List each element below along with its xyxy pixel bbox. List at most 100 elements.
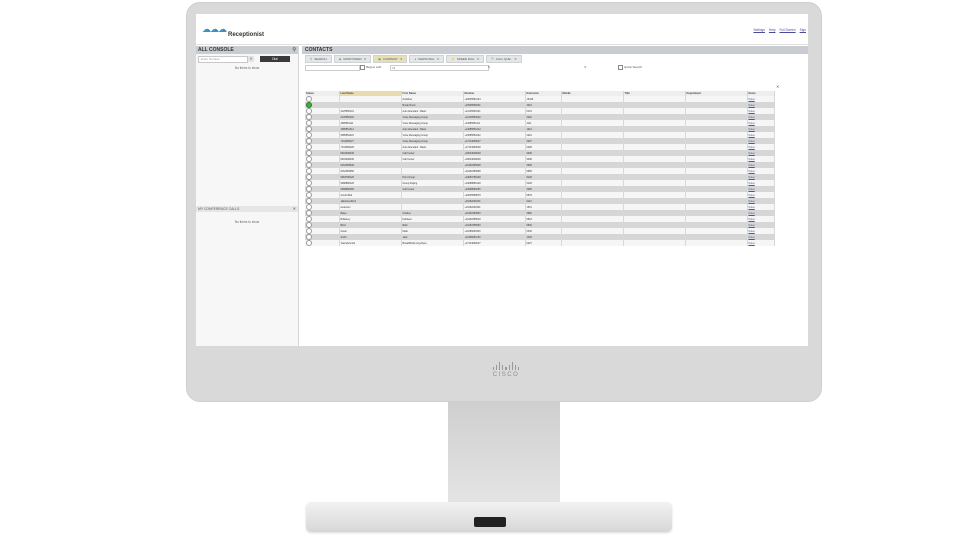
cell-last-name: TeamZoom01	[339, 240, 402, 246]
notes-link[interactable]: Notes	[749, 176, 755, 179]
cell-title	[623, 240, 686, 246]
person-icon: ●	[414, 57, 417, 61]
tab-search[interactable]: ⚲ SEARCH	[305, 55, 332, 63]
notes-link[interactable]: Notes	[749, 158, 755, 161]
all-console-header: ALL CONSOLE ⚲	[196, 46, 298, 54]
contacts-table-body: ZooMeet +18005551234 12345 Notes Break Room +…	[305, 96, 775, 246]
close-grid-icon[interactable]: ✕	[776, 84, 779, 89]
stand-cable-slot	[474, 517, 506, 527]
left-panel: ALL CONSOLE ⚲ Enter Number ✕ Dial No ite…	[196, 46, 299, 346]
lightning-icon: ⚡	[451, 57, 455, 61]
begins-with-label: Begins with	[366, 65, 382, 69]
tab-label: SEARCH	[314, 57, 327, 61]
cell-status	[305, 240, 340, 246]
notes-link[interactable]: Notes	[749, 224, 755, 227]
cell-first-name: BroadWorks Anywhere	[401, 240, 464, 246]
cisco-wordmark: CISCO	[492, 372, 520, 378]
settings-link[interactable]: Settings	[753, 28, 765, 32]
notes-link[interactable]: Notes	[749, 98, 755, 101]
tab-company[interactable]: ▣ COMPANY ✕	[373, 55, 408, 63]
notes-link[interactable]: Notes	[749, 128, 755, 131]
tab-label: PERSONAL	[418, 57, 435, 61]
cisco-bars-icon	[476, 362, 536, 370]
magnifier-icon: ⚲	[310, 57, 313, 61]
filter-row: Begins with All ⚲ ✕ Quick Search	[302, 64, 808, 72]
notes-link[interactable]: Notes	[749, 134, 755, 137]
tab-speed-dial[interactable]: ⚡ SPEED DIAL ✕	[446, 55, 485, 63]
search-icon[interactable]: ⚲	[488, 65, 490, 69]
header-links: Settings Help Full Screen Sign	[753, 28, 806, 32]
notes-link[interactable]: Notes	[749, 236, 755, 239]
help-link[interactable]: Help	[769, 28, 776, 32]
notes-link[interactable]: Notes	[749, 206, 755, 209]
cell-mobile	[561, 240, 624, 246]
notes-link[interactable]: Notes	[749, 152, 755, 155]
queue-icon: ☰	[491, 57, 494, 61]
close-icon[interactable]: ✕	[514, 56, 517, 62]
notes-link[interactable]: Notes	[749, 146, 755, 149]
notes-link[interactable]: Notes	[749, 200, 755, 203]
cell-extension: 0027	[525, 240, 562, 246]
notes-link[interactable]: Notes	[749, 140, 755, 143]
full-screen-link[interactable]: Full Screen	[779, 28, 795, 32]
search-text-input[interactable]	[305, 65, 360, 71]
clear-icon[interactable]: ✕	[248, 56, 254, 62]
console-empty-message: No items to show	[234, 66, 260, 70]
notes-link[interactable]: Notes	[749, 242, 755, 245]
tab-monitored[interactable]: ◉ MONITORED ✕	[333, 55, 372, 63]
eye-icon: ◉	[338, 57, 342, 61]
notes-link[interactable]: Notes	[749, 230, 755, 233]
contacts-title: CONTACTS	[302, 46, 808, 54]
contacts-panel: CONTACTS ⚲ SEARCH ◉ MONITORED ✕ ▣ COMPANY ✕ ●…	[302, 46, 808, 346]
clear-filter-icon[interactable]: ✕	[584, 65, 587, 69]
conference-empty: No items to show	[196, 218, 298, 224]
quick-search-label: Quick Search	[624, 65, 643, 69]
notes-link[interactable]: Notes	[749, 122, 755, 125]
quick-search-checkbox[interactable]	[618, 65, 623, 70]
presence-status-icon	[306, 240, 312, 246]
notes-link[interactable]: Notes	[749, 164, 755, 167]
notes-link[interactable]: Notes	[749, 170, 755, 173]
notes-link[interactable]: Notes	[749, 212, 755, 215]
notes-link[interactable]: Notes	[749, 110, 755, 113]
tab-call-queue[interactable]: ☰ CALL QUE.. ✕	[486, 55, 522, 63]
notes-link[interactable]: Notes	[749, 188, 755, 191]
cell-notes[interactable]: Notes	[747, 240, 775, 246]
sign-out-link[interactable]: Sign	[800, 28, 806, 32]
tab-label: CALL QUE..	[495, 57, 513, 61]
begins-with-checkbox[interactable]	[360, 65, 365, 70]
close-icon[interactable]: ✕	[400, 56, 403, 62]
notes-link[interactable]: Notes	[749, 182, 755, 185]
notes-link[interactable]: Notes	[749, 194, 755, 197]
app-header: ☁☁☁ Receptionist Settings Help Full Scre…	[196, 14, 808, 45]
close-icon[interactable]: ✕	[437, 56, 440, 62]
tab-label: MONITORED	[343, 57, 362, 61]
dial-number-input[interactable]: Enter Number	[198, 56, 248, 63]
cisco-logo: CISCO	[476, 362, 536, 378]
monitor-stand-neck	[448, 402, 560, 512]
collapse-icon[interactable]: ✕	[293, 206, 296, 212]
search-icon[interactable]: ⚲	[292, 46, 296, 54]
app-title: Receptionist	[228, 32, 265, 38]
building-icon: ▣	[378, 57, 381, 61]
dial-row: Enter Number ✕ Dial	[196, 54, 298, 64]
tab-label: SPEED DIAL	[456, 57, 475, 61]
notes-link[interactable]: Notes	[749, 218, 755, 221]
all-console-title: ALL CONSOLE	[198, 47, 234, 53]
tab-label: COMPANY	[382, 57, 398, 61]
tab-personal[interactable]: ● PERSONAL ✕	[409, 55, 445, 63]
dial-button[interactable]: Dial	[260, 56, 290, 62]
notes-link[interactable]: Notes	[749, 104, 755, 107]
contacts-table: Status Last Name First Name Number Exten…	[305, 91, 775, 246]
conference-empty-message: No items to show	[234, 220, 260, 224]
contacts-tabs: ⚲ SEARCH ◉ MONITORED ✕ ▣ COMPANY ✕ ● PERSONAL ✕…	[302, 54, 808, 64]
cell-department	[685, 240, 748, 246]
notes-link[interactable]: Notes	[749, 116, 755, 119]
table-row[interactable]: TeamZoom01 BroadWorks Anywhere +1713405002…	[305, 240, 775, 246]
filter-select[interactable]: All	[390, 65, 489, 71]
cloud-people-logo-icon: ☁☁☁	[202, 24, 227, 34]
close-icon[interactable]: ✕	[477, 56, 480, 62]
cell-number: +17134050027	[463, 240, 526, 246]
close-icon[interactable]: ✕	[364, 56, 367, 62]
conference-calls-header: MY CONFERENCE CALLS ✕	[196, 206, 298, 212]
